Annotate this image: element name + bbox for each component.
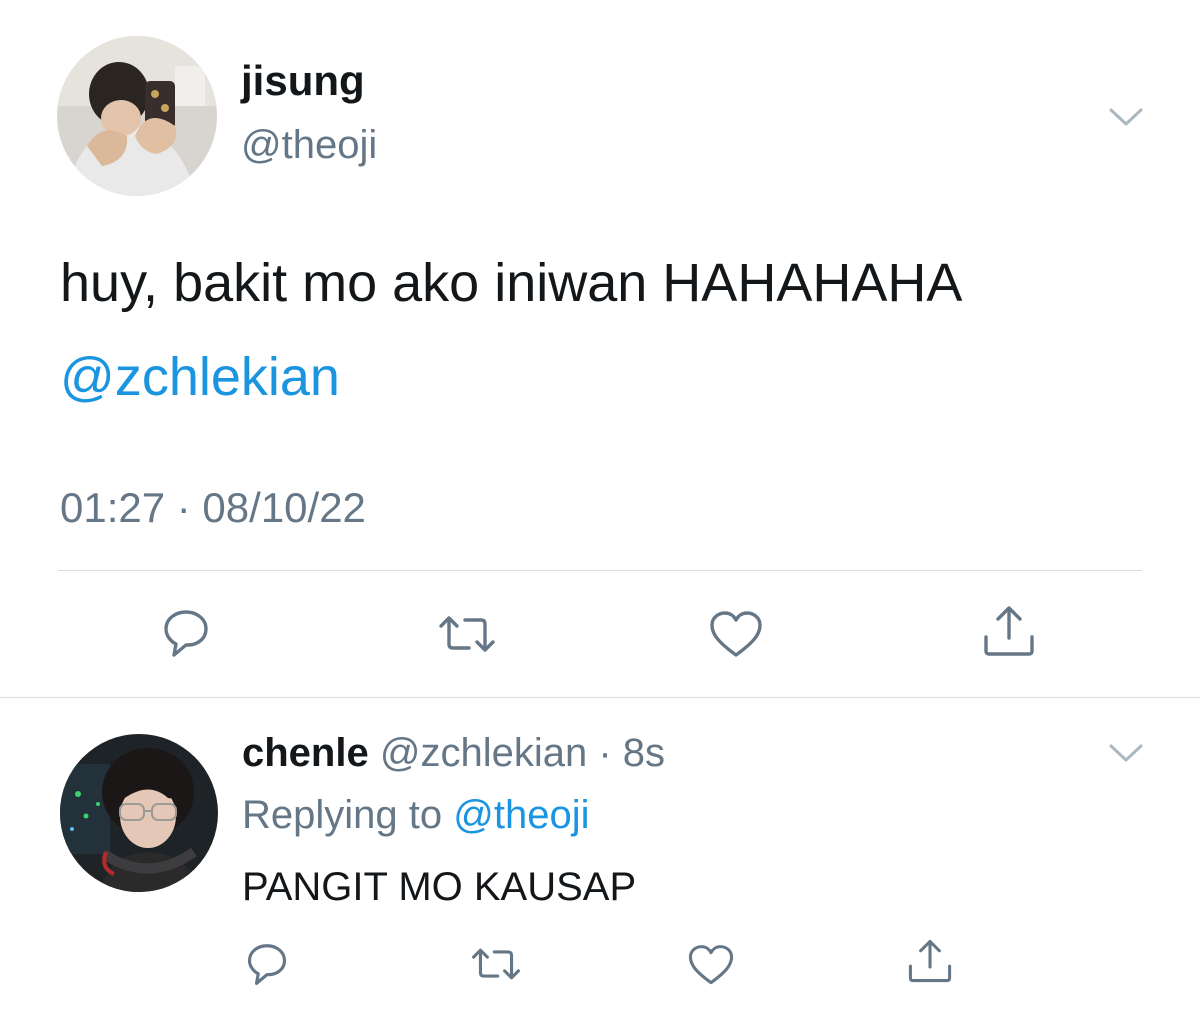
- reply-icon[interactable]: [246, 942, 288, 988]
- display-name[interactable]: chenle: [242, 731, 369, 775]
- chevron-down-icon[interactable]: [1108, 742, 1144, 764]
- like-icon[interactable]: [708, 610, 764, 660]
- replying-to: Replying to @theoji: [242, 795, 589, 835]
- divider: [0, 697, 1200, 698]
- mention-link[interactable]: @theoji: [453, 793, 589, 837]
- reply-header: chenle @zchlekian · 8s: [242, 733, 665, 773]
- avatar-photo: [57, 36, 217, 196]
- reply-icon[interactable]: [162, 608, 210, 660]
- tweet-timestamp[interactable]: 01:27 · 08/10/22: [60, 487, 366, 529]
- avatar[interactable]: [57, 36, 217, 196]
- display-name[interactable]: jisung: [241, 60, 365, 102]
- tweet-age[interactable]: 8s: [623, 731, 665, 775]
- chevron-down-icon[interactable]: [1108, 106, 1144, 128]
- divider: [58, 570, 1142, 571]
- avatar[interactable]: [60, 734, 218, 892]
- like-icon[interactable]: [687, 944, 735, 987]
- avatar-photo: [60, 734, 218, 892]
- separator-dot: ·: [587, 731, 623, 775]
- username[interactable]: @theoji: [241, 125, 377, 165]
- share-icon[interactable]: [982, 604, 1036, 658]
- username[interactable]: @zchlekian: [380, 731, 587, 775]
- retweet-icon[interactable]: [437, 612, 497, 656]
- mention-link[interactable]: @zchlekian: [60, 350, 340, 404]
- replying-to-label: Replying to: [242, 793, 454, 837]
- tweet-text: PANGIT MO KAUSAP: [242, 865, 637, 909]
- share-icon[interactable]: [907, 938, 953, 984]
- tweet-text: huy, bakit mo ako iniwan HAHAHAHA: [60, 253, 963, 313]
- retweet-icon[interactable]: [470, 945, 522, 983]
- tweet-thread-screen: jisung @theoji huy, bakit mo ako iniwan …: [0, 0, 1200, 1019]
